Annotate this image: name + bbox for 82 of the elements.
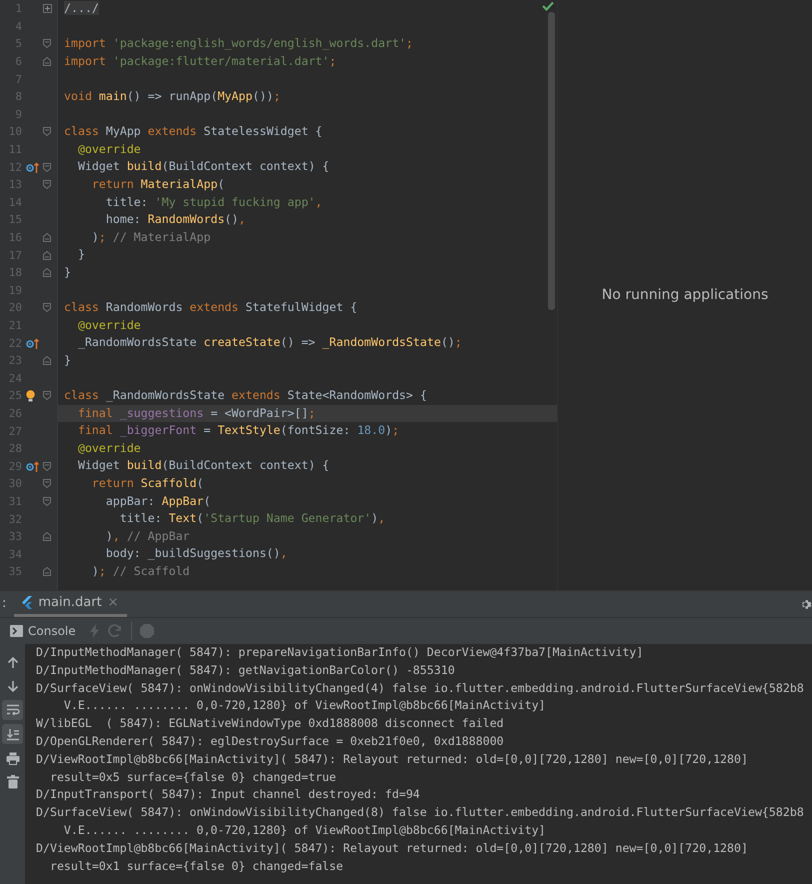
fold-icon[interactable] xyxy=(43,127,51,136)
checkmark-icon xyxy=(542,1,554,11)
fold-icon[interactable] xyxy=(43,233,51,242)
log-line: D/InputMethodManager( 5847): getNavigationBarColor() -855310 xyxy=(36,662,456,679)
fold-icon[interactable] xyxy=(43,567,51,576)
code-editor[interactable] xyxy=(0,0,557,590)
code-line: _RandomWordsState createState() => _RandomWordsState(); xyxy=(76,334,463,352)
run-tab[interactable]: main.dart × xyxy=(14,591,127,617)
scroll-to-end-icon xyxy=(6,728,20,740)
code-line: class MyApp extends StatelessWidget { xyxy=(63,123,324,140)
code-line: return Scaffold( xyxy=(90,475,205,492)
code-line: } xyxy=(63,264,72,281)
code-line: void main() => runApp(MyApp()); xyxy=(63,88,282,105)
override-marker-icon[interactable] xyxy=(26,338,40,349)
log-line: D/InputMethodManager( 5847): prepareNavigationBarInfo() DecorView@4f37ba7[MainActivity] xyxy=(36,644,644,661)
code-line: appBar: AppBar( xyxy=(104,492,212,510)
fold-icon[interactable] xyxy=(43,39,51,48)
override-marker-icon[interactable] xyxy=(26,162,40,173)
stop-icon[interactable] xyxy=(140,624,154,638)
code-line: Widget build(BuildContext context) { xyxy=(76,457,330,474)
fold-icon[interactable] xyxy=(43,268,51,278)
log-line: D/InputTransport( 5847): Input channel destroyed: fd=94 xyxy=(36,786,421,804)
log-line: result=0x5 surface={false 0} changed=true xyxy=(48,768,338,786)
code-line: title: 'My stupid fucking app', xyxy=(104,194,324,211)
code-line: class RandomWords extends StatefulWidget { xyxy=(63,299,358,316)
fold-icon[interactable] xyxy=(43,303,51,312)
log-line: D/SurfaceView( 5847): onWindowVisibilityChanged(8) false io.flutter.embedding.android.FlutterSurfaceView{582b8 xyxy=(36,804,805,822)
console-tool-button[interactable] xyxy=(2,700,23,720)
flutter-icon xyxy=(22,596,32,609)
fold-icon[interactable] xyxy=(43,462,51,471)
log-line: V.E...... ........ 0,0-720,1280} of ViewRootImpl@b8bc66[MainActivity] xyxy=(62,697,547,714)
code-line: title: Text('Startup Name Generator'), xyxy=(118,510,386,528)
code-line: import 'package:english_words/english_words.dart'; xyxy=(63,35,414,52)
console-tool-button[interactable] xyxy=(2,724,23,744)
code-line: @override xyxy=(76,140,142,158)
log-line: V.E...... ........ 0,0-720,1280} of ViewRootImpl@b8bc66[MainActivity] xyxy=(62,822,547,839)
log-line: W/libEGL ( 5847): EGLNativeWindowType 0xd1888008 disconnect failed xyxy=(36,715,505,732)
log-line: D/ViewRootImpl@b8bc66[MainActivity]( 5847): Relayout returned: old=[0,0][720,1280] new=[0,0][720,1280] xyxy=(36,750,749,768)
log-line: D/ViewRootImpl@b8bc66[MainActivity]( 5847): Relayout returned: old=[0,0][720,1280] new=[0,0][720,1280] xyxy=(36,840,749,857)
soft-wrap-icon xyxy=(6,704,20,716)
code-line: import 'package:flutter/material.dart'; xyxy=(63,52,338,70)
down-arrow-icon xyxy=(6,680,18,692)
override-marker-icon[interactable] xyxy=(26,460,40,472)
fold-icon[interactable] xyxy=(43,479,51,488)
fold-icon[interactable] xyxy=(43,250,51,260)
log-line: D/OpenGLRenderer( 5847): eglDestroySurface = 0xeb21f0e0, 0xd1888000 xyxy=(36,732,505,750)
code-line: } xyxy=(63,352,72,369)
fold-icon[interactable] xyxy=(43,496,51,506)
code-line: Widget build(BuildContext context) { xyxy=(76,158,330,176)
code-line: } xyxy=(76,246,86,264)
console-icon xyxy=(10,625,23,637)
tab-label: main.dart xyxy=(38,595,102,610)
panel-title: : xyxy=(1,595,8,613)
code-line: ), // AppBar xyxy=(104,528,191,545)
fold-icon[interactable] xyxy=(43,57,51,66)
code-line: home: RandomWords(), xyxy=(104,211,246,228)
fold-icon[interactable] xyxy=(43,356,51,366)
fold-icon[interactable] xyxy=(43,180,51,190)
up-arrow-icon xyxy=(6,656,18,668)
log-line: result=0x1 surface={false 0} changed=false xyxy=(48,858,344,875)
code-line: @override xyxy=(76,316,142,334)
code-line: ); // Scaffold xyxy=(90,563,191,580)
fold-icon[interactable] xyxy=(43,162,51,172)
empty-message: No running applications xyxy=(602,287,768,303)
expand-fold-icon[interactable] xyxy=(42,4,52,14)
lightbulb-icon[interactable] xyxy=(26,390,35,402)
code-line: body: _buildSuggestions(), xyxy=(104,545,288,562)
fold-icon[interactable] xyxy=(43,391,51,400)
settings-icon[interactable] xyxy=(799,598,812,610)
code-line: return MaterialApp( xyxy=(90,176,226,193)
log-line: D/SurfaceView( 5847): onWindowVisibilityChanged(4) false io.flutter.embedding.android.FlutterSurfaceView{582b8 xyxy=(36,680,805,697)
trash-icon xyxy=(6,775,18,789)
console-tab[interactable]: Console xyxy=(10,624,82,638)
code-line: @override xyxy=(76,440,142,457)
lightning-icon[interactable] xyxy=(90,624,99,638)
code-line: final _biggerFont = TextStyle(fontSize: 18.0); xyxy=(76,422,400,440)
code-line: class _RandomWordsState extends State<RandomWords> { xyxy=(63,387,428,404)
fold-icon[interactable] xyxy=(43,532,51,542)
printer-icon xyxy=(6,752,20,764)
reload-icon[interactable] xyxy=(106,624,123,638)
code-line: ); // MaterialApp xyxy=(90,228,212,246)
scrollbar[interactable] xyxy=(548,12,555,310)
